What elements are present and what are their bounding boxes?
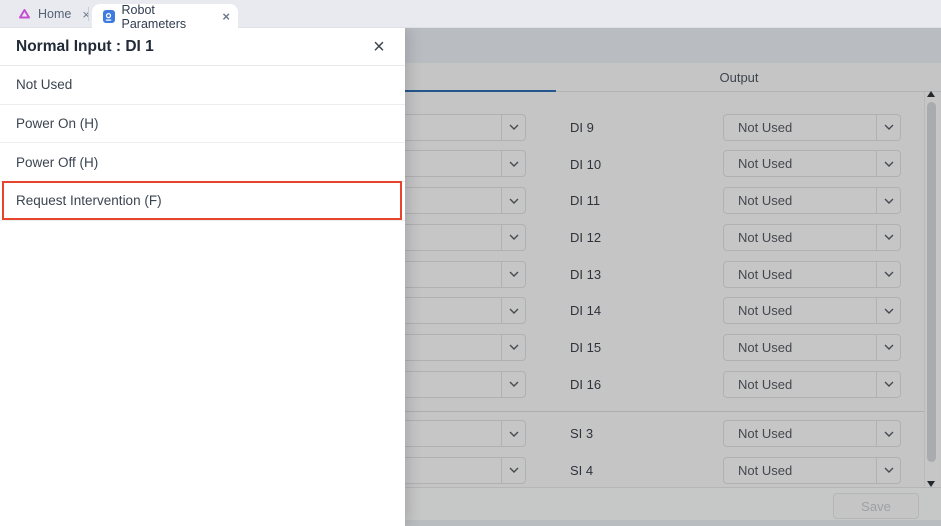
close-icon[interactable]: × <box>222 10 230 23</box>
tab-home[interactable]: Home × <box>6 0 96 28</box>
modal-option[interactable]: Power On (H) <box>0 105 405 144</box>
tab-home-label: Home <box>38 7 71 21</box>
robot-parameters-app-icon <box>103 10 115 23</box>
tab-separator <box>88 7 89 21</box>
screen: Home × Robot Parameters × Input Output <box>0 0 941 526</box>
modal-title: Normal Input : DI 1 <box>16 38 154 56</box>
modal-option-label: Not Used <box>16 77 72 92</box>
browser-tab-bar: Home × Robot Parameters × <box>0 0 941 28</box>
modal-header: Normal Input : DI 1 × <box>0 28 405 66</box>
tab-robot-parameters[interactable]: Robot Parameters × <box>92 4 238 29</box>
normal-input-modal: Normal Input : DI 1 × Not Used Power On … <box>0 28 405 526</box>
modal-option[interactable]: Not Used <box>0 66 405 105</box>
tab-robot-parameters-label: Robot Parameters <box>122 3 212 31</box>
modal-option-label: Power On (H) <box>16 116 99 131</box>
modal-option-label: Request Intervention (F) <box>16 193 162 208</box>
modal-option-list: Not Used Power On (H) Power Off (H) Requ… <box>0 66 405 221</box>
app-content: Input Output Not Used DI 9 <box>0 28 941 526</box>
modal-option[interactable]: Request Intervention (F) <box>0 182 405 221</box>
modal-option-label: Power Off (H) <box>16 155 98 170</box>
modal-option[interactable]: Power Off (H) <box>0 143 405 182</box>
home-app-icon <box>18 8 31 20</box>
close-icon[interactable]: × <box>365 33 393 61</box>
